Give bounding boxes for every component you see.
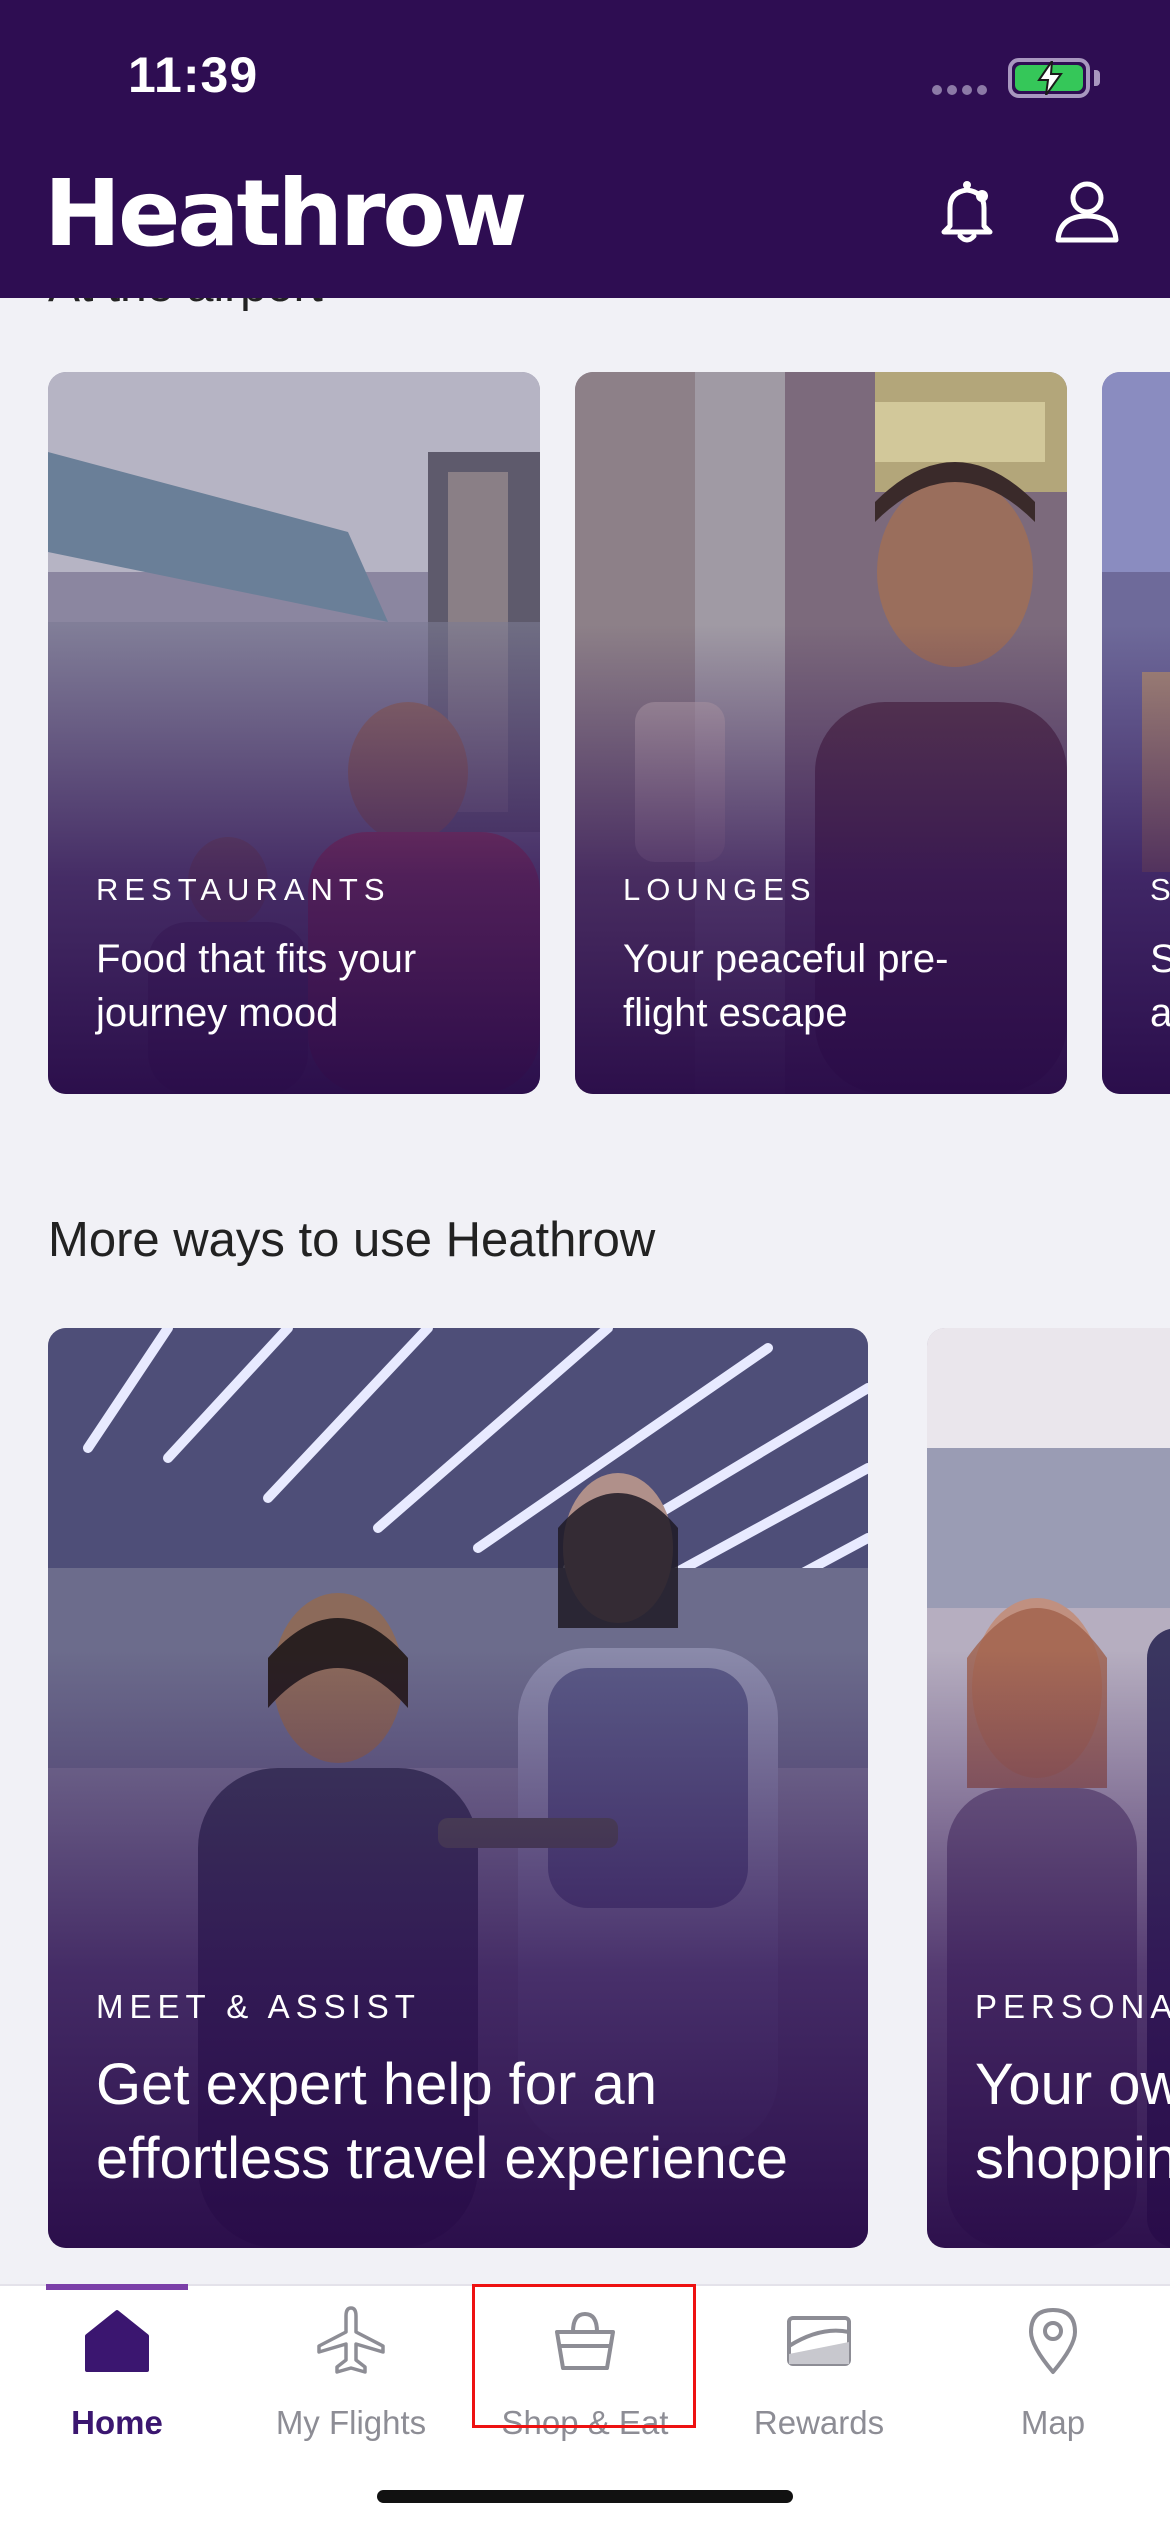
heathrow-logo[interactable]: Heathrow <box>44 160 528 267</box>
app-header: 11:39 Heathrow <box>0 0 1170 298</box>
lounges-card[interactable]: LOUNGES Your peaceful pre- flight escape <box>575 372 1067 1094</box>
cellular-signal-icon <box>932 82 992 95</box>
restaurants-card[interactable]: RESTAURANTS Food that fits your journey … <box>48 372 540 1094</box>
active-tab-indicator <box>46 2284 188 2290</box>
partial-card[interactable]: S S a <box>1102 372 1170 1094</box>
card-description: Your ow shoppin <box>975 2052 1170 2191</box>
status-time: 11:39 <box>128 47 259 103</box>
battery-cap <box>1094 70 1100 86</box>
card-category: S <box>1150 872 1170 907</box>
account-icon[interactable] <box>1050 174 1124 248</box>
tab-label: My Flights <box>275 2404 427 2441</box>
meet-assist-card[interactable]: MEET & ASSIST Get expert help for an eff… <box>48 1328 868 2248</box>
tab-label: Rewards <box>753 2404 885 2441</box>
personal-shopping-card[interactable]: PERSONAL Your ow shoppin <box>927 1328 1170 2248</box>
card-category: RESTAURANTS <box>96 872 391 907</box>
card-category: PERSONAL <box>975 1988 1170 2025</box>
rewards-card-icon <box>787 2316 851 2366</box>
tab-label: Home <box>71 2404 163 2441</box>
battery-charging-icon <box>1008 58 1090 98</box>
tab-home[interactable]: Home <box>0 2284 234 2456</box>
tab-my-flights[interactable]: My Flights <box>234 2286 468 2456</box>
airplane-icon <box>317 2306 385 2374</box>
home-indicator[interactable] <box>377 2490 793 2503</box>
tab-rewards[interactable]: Rewards <box>702 2286 936 2456</box>
card-category: LOUNGES <box>623 872 817 907</box>
card-category: MEET & ASSIST <box>96 1988 421 2025</box>
tab-map[interactable]: Map <box>936 2286 1170 2456</box>
card-description: Food that fits your journey mood <box>96 937 417 1035</box>
app-screen: 11:39 Heathrow At the airport <box>0 0 1170 2532</box>
highlight-box <box>472 2284 696 2428</box>
map-pin-icon <box>1029 2308 1077 2374</box>
card-description: Your peaceful pre- flight escape <box>623 937 949 1035</box>
section-title-more-ways: More ways to use Heathrow <box>48 1213 656 1267</box>
card-description: S a <box>1150 937 1170 1035</box>
home-icon <box>85 2310 149 2372</box>
tab-label: Map <box>1020 2404 1086 2441</box>
card-description: Get expert help for an effortless travel… <box>96 2052 789 2191</box>
notification-bell-icon[interactable] <box>930 174 1004 248</box>
